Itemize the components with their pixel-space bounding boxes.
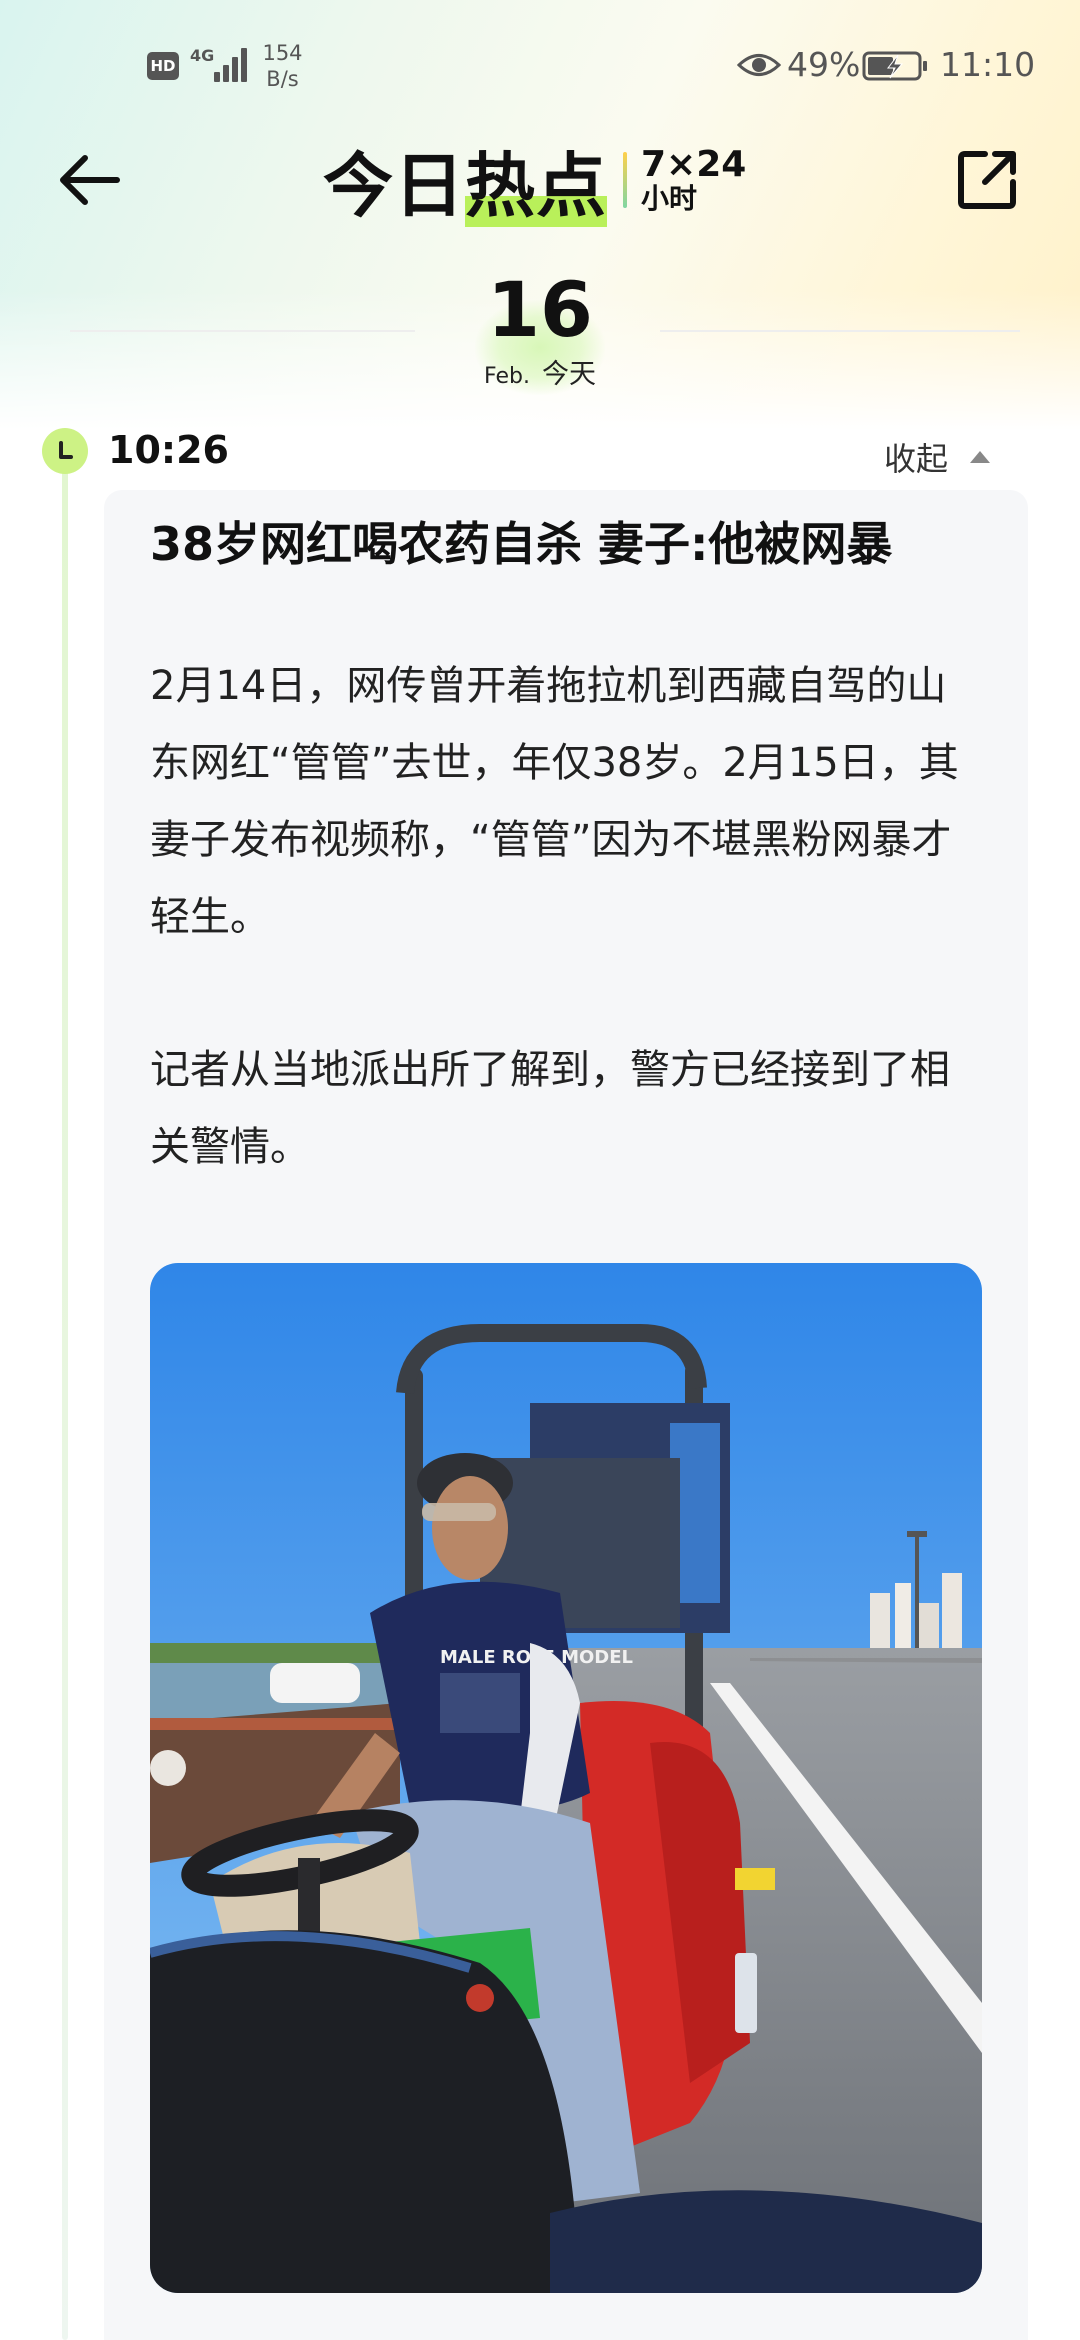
date-label: 今天 [541, 359, 596, 390]
brand-title-part1: 今日 [323, 144, 465, 227]
signal-icon [208, 46, 248, 82]
share-icon[interactable] [955, 146, 1021, 212]
network-speed: 154 B/s [260, 40, 305, 92]
battery-charging-icon [862, 51, 927, 81]
timeline-line [62, 470, 68, 2340]
brand-title: 今日热点 [323, 130, 607, 231]
article-photo[interactable]: MALE ROLE MODEL [150, 1263, 982, 2293]
battery-percent: 49% [787, 45, 861, 84]
collapse-label: 收起 [884, 440, 949, 478]
date-day: 16 [487, 265, 593, 354]
brand-sub-line2: 小时 [641, 182, 698, 215]
tractor-photo-illustration: MALE ROLE MODEL [150, 1263, 982, 2293]
speed-value: 154 [262, 41, 303, 65]
article-paragraph-1: 2月14日，网传曾开着拖拉机到西藏自驾的山东网红“管管”去世，年仅38岁。2月1… [150, 663, 959, 940]
date-subtitle: Feb. 今天 [440, 352, 640, 391]
brand-title-hot: 热点 [465, 144, 607, 227]
chevron-up-icon [970, 451, 991, 463]
nav-bar: 今日热点 7×24 小时 [0, 130, 1080, 230]
clock: 11:10 [940, 45, 1036, 84]
date-indicator: 16 Feb. 今天 [440, 270, 640, 400]
brand-logo: 今日热点 7×24 小时 [323, 140, 746, 227]
speed-unit: B/s [266, 67, 299, 91]
date-divider-right [660, 330, 1020, 332]
back-arrow-icon[interactable] [55, 148, 125, 212]
hd-icon: HD [147, 52, 179, 80]
date-divider-left [70, 330, 415, 332]
eye-comfort-icon [737, 54, 781, 76]
brand-divider [623, 152, 627, 208]
article-paragraph-2: 记者从当地派出所了解到，警方已经接到了相关警情。 [150, 1047, 950, 1170]
entry-time: 10:26 [108, 428, 229, 472]
article-headline: 38岁网红喝农药自杀 妻子:他被网暴 [150, 517, 893, 571]
collapse-button[interactable]: 收起 [884, 434, 991, 480]
clock-icon [42, 428, 88, 474]
brand-sub-line1: 7×24 [641, 144, 747, 185]
date-month: Feb. [484, 364, 530, 389]
brand-subtitle: 7×24 小时 [641, 147, 746, 213]
status-bar: HD 4G 154 B/s 49% 11:10 [0, 0, 1080, 135]
